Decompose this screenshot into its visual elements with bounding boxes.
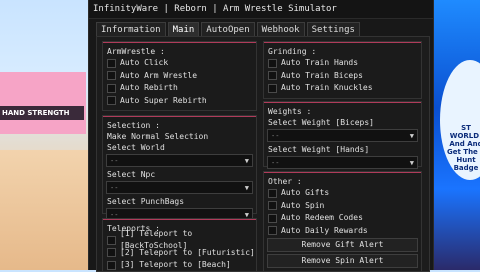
checkbox[interactable] bbox=[107, 235, 116, 245]
select-weight-biceps-dropdown[interactable]: -- ▼ bbox=[267, 129, 418, 142]
background-floor bbox=[0, 150, 90, 270]
select-world-dropdown[interactable]: -- ▼ bbox=[106, 154, 253, 167]
checkbox[interactable] bbox=[268, 58, 277, 68]
toggle-auto-spin[interactable]: Auto Spin bbox=[264, 200, 421, 213]
toggle-auto-train-hands[interactable]: Auto Train Hands bbox=[264, 57, 421, 70]
select-world-label: Select World bbox=[107, 143, 165, 152]
weights-title: Weights : bbox=[268, 107, 312, 116]
chevron-down-icon: ▼ bbox=[409, 131, 414, 140]
main-content: ArmWrestle : Auto Click Auto Arm Wrestle… bbox=[96, 36, 430, 272]
background-pink-strip bbox=[0, 150, 90, 172]
select-weight-hands-dropdown[interactable]: -- ▼ bbox=[267, 156, 418, 169]
remove-spin-alert-button[interactable]: Remove Spin Alert bbox=[267, 254, 418, 268]
toggle-auto-rebirth[interactable]: Auto Rebirth bbox=[103, 82, 256, 95]
remove-gift-alert-button[interactable]: Remove Gift Alert bbox=[267, 238, 418, 252]
teleports-panel: Teleports : [1] Teleport to [BackToSchoo… bbox=[102, 218, 257, 271]
checkbox[interactable] bbox=[107, 71, 116, 81]
checkbox[interactable] bbox=[268, 226, 277, 236]
checkbox[interactable] bbox=[107, 260, 116, 270]
grinding-panel: Grinding : Auto Train Hands Auto Train B… bbox=[263, 41, 422, 99]
chevron-down-icon: ▼ bbox=[409, 158, 414, 167]
toggle-auto-daily-rewards[interactable]: Auto Daily Rewards bbox=[264, 225, 421, 238]
toggle-auto-train-knuckles[interactable]: Auto Train Knuckles bbox=[264, 82, 421, 95]
armwrestle-title: ArmWrestle : bbox=[107, 47, 165, 56]
checkbox[interactable] bbox=[268, 71, 277, 81]
checkbox[interactable] bbox=[268, 188, 277, 198]
chevron-down-icon: ▼ bbox=[244, 183, 249, 192]
toggle-auto-click[interactable]: Auto Click bbox=[103, 57, 256, 70]
selection-panel: Selection : Make Normal Selection Select… bbox=[102, 115, 257, 221]
window-title: InfinityWare | Reborn | Arm Wrestle Simu… bbox=[89, 0, 433, 19]
make-normal-selection[interactable]: Make Normal Selection bbox=[103, 131, 256, 142]
checkbox[interactable] bbox=[107, 96, 116, 106]
select-weight-biceps-label: Select Weight [Biceps] bbox=[268, 118, 374, 127]
armwrestle-panel: ArmWrestle : Auto Click Auto Arm Wrestle… bbox=[102, 41, 257, 111]
checkbox[interactable] bbox=[107, 248, 116, 258]
checkbox[interactable] bbox=[107, 58, 116, 68]
background-world-circle bbox=[440, 60, 480, 180]
toggle-auto-train-biceps[interactable]: Auto Train Biceps bbox=[264, 70, 421, 83]
toggle-auto-gifts[interactable]: Auto Gifts bbox=[264, 187, 421, 200]
chevron-down-icon: ▼ bbox=[244, 156, 249, 165]
background-banner: HAND STRENGTH bbox=[0, 106, 84, 120]
teleport-back-to-school[interactable]: [1] Teleport to [BackToSchool] bbox=[103, 229, 256, 250]
grinding-title: Grinding : bbox=[268, 47, 317, 56]
teleport-futuristic[interactable]: [2] Teleport to [Futuristic] bbox=[103, 247, 256, 260]
other-panel: Other : Auto Gifts Auto Spin Auto Redeem… bbox=[263, 171, 422, 271]
weights-panel: Weights : Select Weight [Biceps] -- ▼ Sel… bbox=[263, 101, 422, 169]
select-npc-label: Select Npc bbox=[107, 170, 156, 179]
checkbox[interactable] bbox=[268, 213, 277, 223]
background-right-panel bbox=[432, 0, 480, 270]
select-npc-dropdown[interactable]: -- ▼ bbox=[106, 181, 253, 194]
selection-title: Selection : bbox=[107, 121, 160, 130]
select-weight-hands-label: Select Weight [Hands] bbox=[268, 145, 370, 154]
checkbox[interactable] bbox=[268, 83, 277, 93]
other-title: Other : bbox=[268, 177, 302, 186]
toggle-auto-arm-wrestle[interactable]: Auto Arm Wrestle bbox=[103, 70, 256, 83]
checkbox[interactable] bbox=[107, 83, 116, 93]
checkbox[interactable] bbox=[268, 201, 277, 211]
background-wall bbox=[0, 72, 86, 134]
select-punchbags-label: Select PunchBags bbox=[107, 197, 185, 206]
script-window: InfinityWare | Reborn | Arm Wrestle Simu… bbox=[88, 0, 434, 272]
background-world-label: ST WORLD! And And Get The a Hunt Badge bbox=[447, 124, 480, 172]
toggle-auto-super-rebirth[interactable]: Auto Super Rebirth bbox=[103, 95, 256, 108]
toggle-auto-redeem-codes[interactable]: Auto Redeem Codes bbox=[264, 212, 421, 225]
